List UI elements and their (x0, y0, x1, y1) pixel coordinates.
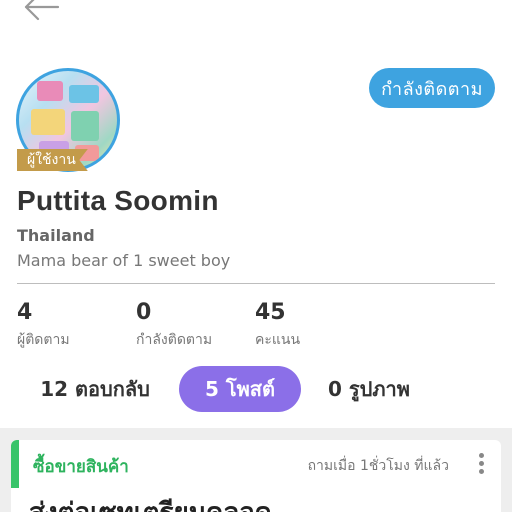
profile-country: Thailand (17, 226, 95, 245)
profile-tabs: 12 ตอบกลับ 5 โพสต์ 0 รูปภาพ (0, 366, 512, 414)
stat-value: 4 (17, 300, 33, 325)
stat-label: คะแนน (255, 332, 301, 348)
post-time: ถามเมื่อ 1ชั่วโมง ที่แล้ว (307, 458, 449, 474)
avatar[interactable]: ผู้ใช้งาน (16, 68, 120, 172)
role-badge: ผู้ใช้งาน (17, 149, 88, 171)
stat-value: 0 (136, 300, 152, 325)
post-title: ส่งต่อเซทเตรียมคลอด (29, 492, 272, 512)
profile-name: Puttita Soomin (17, 185, 219, 216)
stat-label: ผู้ติดตาม (17, 332, 70, 348)
stat-following[interactable]: 0 กำลังติดตาม (136, 300, 212, 351)
post-category: ซื้อขายสินค้า (33, 457, 129, 477)
divider (17, 283, 495, 284)
arrow-left-icon (24, 0, 60, 21)
category-accent (11, 440, 19, 488)
stat-label: กำลังติดตาม (136, 332, 213, 348)
tab-photos[interactable]: 0 รูปภาพ (314, 366, 424, 412)
stat-followers[interactable]: 4 ผู้ติดตาม (17, 300, 70, 351)
stat-value: 45 (255, 300, 286, 325)
profile-bio: Mama bear of 1 sweet boy (17, 251, 231, 270)
following-button[interactable]: กำลังติดตาม (369, 68, 495, 108)
tab-posts[interactable]: 5 โพสต์ (179, 366, 301, 412)
post-card[interactable]: ซื้อขายสินค้า ถามเมื่อ 1ชั่วโมง ที่แล้ว … (11, 440, 501, 512)
tab-replies[interactable]: 12 ตอบกลับ (24, 366, 166, 412)
back-button[interactable] (18, 0, 62, 28)
stat-points[interactable]: 45 คะแนน (255, 300, 300, 351)
more-options-icon[interactable] (473, 450, 489, 478)
